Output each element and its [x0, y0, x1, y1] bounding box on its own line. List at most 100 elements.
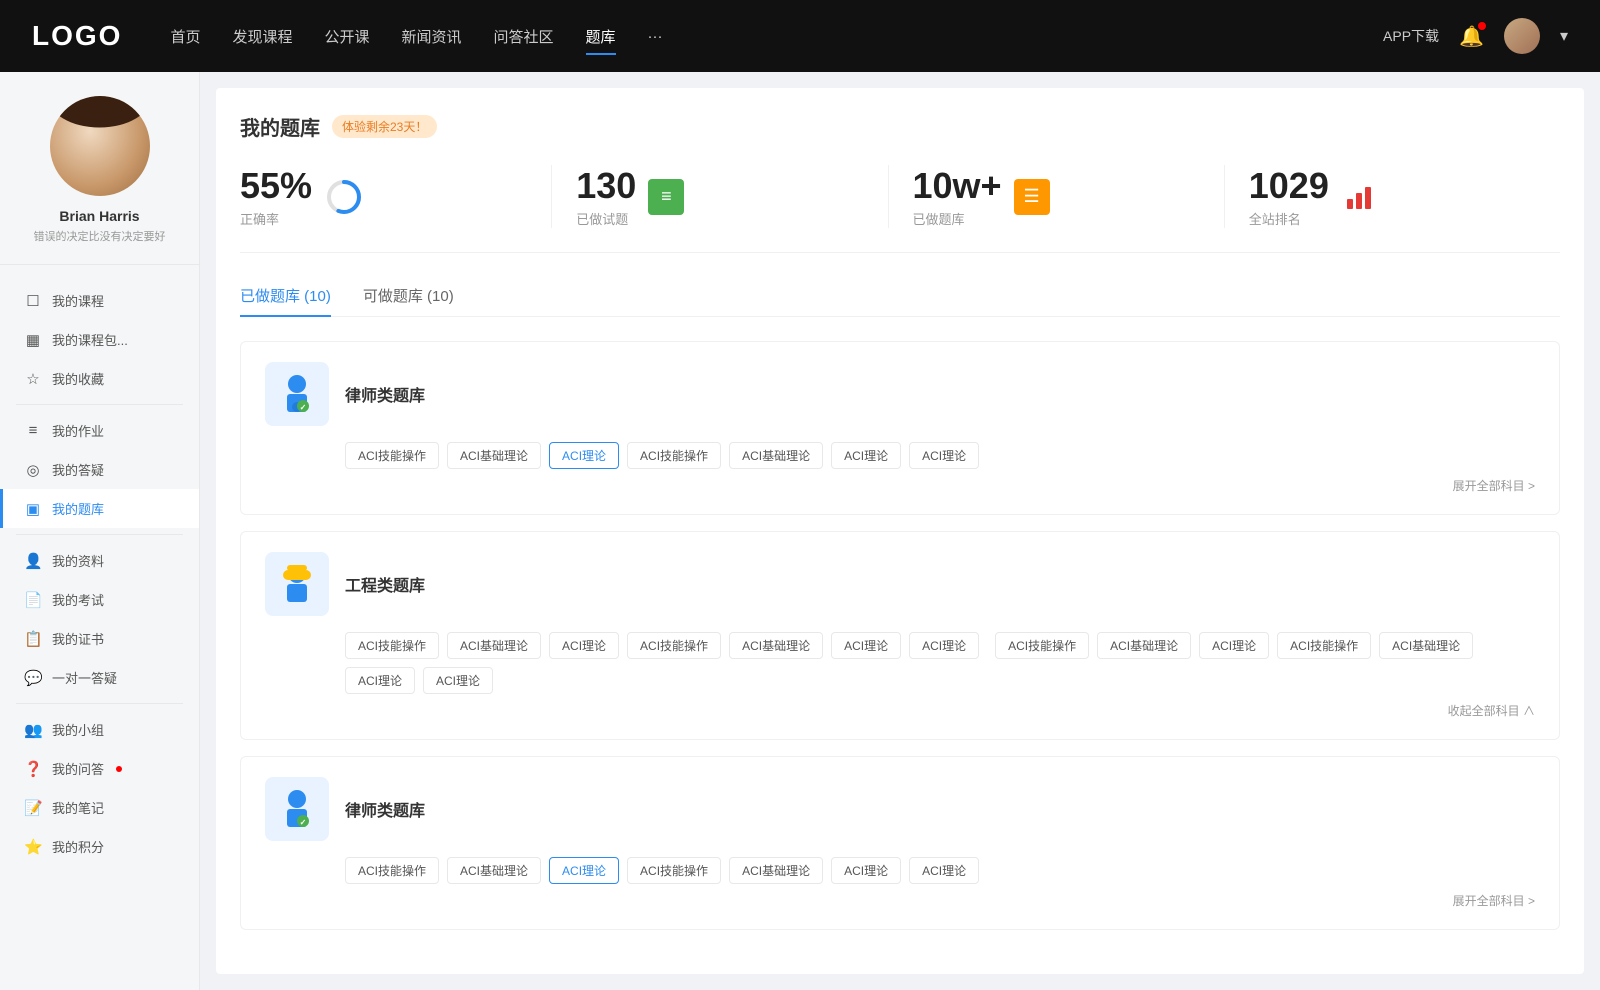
qbank-2-tag-11[interactable]: ACI基础理论: [1379, 632, 1473, 659]
qbank-1-tag-2[interactable]: ACI理论: [549, 442, 619, 469]
chart-icon: [1341, 179, 1377, 215]
course-icon: ☐: [24, 292, 42, 310]
qbank-2-tag-3[interactable]: ACI技能操作: [627, 632, 721, 659]
qbank-2-tag-8[interactable]: ACI基础理论: [1097, 632, 1191, 659]
qbank-1-tag-6[interactable]: ACI理论: [909, 442, 979, 469]
sidebar-item-my-course[interactable]: ☐ 我的课程: [0, 281, 199, 320]
qbank-3-expand[interactable]: 展开全部科目 >: [1453, 892, 1535, 909]
stat-accuracy-number: 55%: [240, 165, 312, 207]
qbank-card-3-tags: ACI技能操作 ACI基础理论 ACI理论 ACI技能操作 ACI基础理论 AC…: [265, 857, 1535, 884]
stat-ranking: 1029 全站排名: [1249, 165, 1560, 228]
qbank-3-tag-6[interactable]: ACI理论: [909, 857, 979, 884]
user-dropdown-arrow[interactable]: ▾: [1560, 26, 1568, 46]
sidebar-label-course-package: 我的课程包...: [52, 330, 128, 349]
nav-discover[interactable]: 发现课程: [232, 22, 292, 51]
sidebar-item-qbank[interactable]: ▣ 我的题库: [0, 489, 199, 528]
qbank-icon: ▣: [24, 500, 42, 518]
sidebar-label-certificate: 我的证书: [52, 629, 104, 648]
qbank-2-tag-9[interactable]: ACI理论: [1199, 632, 1269, 659]
trial-badge: 体验剩余23天！: [332, 115, 437, 138]
user-avatar[interactable]: [1504, 18, 1540, 54]
sidebar-item-my-qa[interactable]: ❓ 我的问答: [0, 749, 199, 788]
stat-banks-done: 10w+ 已做题库 ☰: [913, 165, 1225, 228]
qbank-2-tag-6[interactable]: ACI理论: [909, 632, 979, 659]
qbank-2-tag-7[interactable]: ACI技能操作: [995, 632, 1089, 659]
sidebar-item-homework[interactable]: ≡ 我的作业: [0, 411, 199, 450]
accuracy-circle: [324, 177, 364, 217]
nav-home[interactable]: 首页: [170, 22, 200, 51]
content-inner: 我的题库 体验剩余23天！ 55% 正确率: [216, 88, 1584, 974]
notification-dot: [1478, 22, 1486, 30]
page-title: 我的题库: [240, 112, 320, 141]
sidebar-item-course-package[interactable]: ▦ 我的课程包...: [0, 320, 199, 359]
notification-bell[interactable]: 🔔: [1459, 24, 1484, 49]
qbank-2-tag-0[interactable]: ACI技能操作: [345, 632, 439, 659]
sidebar-item-one-on-one[interactable]: 💬 一对一答疑: [0, 658, 199, 697]
sidebar-label-homework: 我的作业: [52, 421, 104, 440]
sidebar-item-notes[interactable]: 📝 我的笔记: [0, 788, 199, 827]
qbank-2-tag-1[interactable]: ACI基础理论: [447, 632, 541, 659]
sidebar-item-group[interactable]: 👥 我的小组: [0, 710, 199, 749]
qbank-2-expand[interactable]: 收起全部科目 ∧: [1448, 702, 1535, 719]
qbank-1-tag-1[interactable]: ACI基础理论: [447, 442, 541, 469]
qbank-card-2-tags: ACI技能操作 ACI基础理论 ACI理论 ACI技能操作 ACI基础理论 AC…: [265, 632, 1535, 694]
sidebar-label-points: 我的积分: [52, 837, 104, 856]
qbank-2-tag-10[interactable]: ACI技能操作: [1277, 632, 1371, 659]
stat-accuracy-label: 正确率: [240, 209, 312, 228]
qbank-3-tag-2[interactable]: ACI理论: [549, 857, 619, 884]
nav-qbank[interactable]: 题库: [586, 22, 616, 51]
nav-news[interactable]: 新闻资讯: [402, 22, 462, 51]
questions-icon: ◎: [24, 461, 42, 479]
sidebar-item-profile[interactable]: 👤 我的资料: [0, 541, 199, 580]
svg-text:✓: ✓: [300, 403, 307, 412]
qbank-card-3-title: 律师类题库: [345, 797, 425, 821]
qbank-3-tag-4[interactable]: ACI基础理论: [729, 857, 823, 884]
sidebar-divider-3: [16, 703, 183, 704]
avatar-image: [1504, 18, 1540, 54]
qbank-1-tag-4[interactable]: ACI基础理论: [729, 442, 823, 469]
sidebar-item-certificate[interactable]: 📋 我的证书: [0, 619, 199, 658]
qbank-1-tag-5[interactable]: ACI理论: [831, 442, 901, 469]
qbank-3-tag-1[interactable]: ACI基础理论: [447, 857, 541, 884]
qbank-card-3-header: ✓ 律师类题库: [265, 777, 1535, 841]
qbank-3-tag-0[interactable]: ACI技能操作: [345, 857, 439, 884]
qbank-2-tag-13[interactable]: ACI理论: [423, 667, 493, 694]
qbank-2-tag-2[interactable]: ACI理论: [549, 632, 619, 659]
sidebar-label-profile: 我的资料: [52, 551, 104, 570]
nav-open-course[interactable]: 公开课: [324, 22, 369, 51]
sidebar-label-favorites: 我的收藏: [52, 369, 104, 388]
favorites-icon: ☆: [24, 370, 42, 388]
page-layout: Brian Harris 错误的决定比没有决定要好 ☐ 我的课程 ▦ 我的课程包…: [0, 72, 1600, 990]
nav-qa[interactable]: 问答社区: [494, 22, 554, 51]
stat-ranking-number: 1029: [1249, 165, 1329, 207]
avatar-inner: [50, 96, 150, 196]
tab-available[interactable]: 可做题库 (10): [363, 285, 454, 316]
sidebar-item-favorites[interactable]: ☆ 我的收藏: [0, 359, 199, 398]
stat-accuracy: 55% 正确率: [240, 165, 552, 228]
app-download-link[interactable]: APP下载: [1383, 26, 1439, 46]
qbank-2-tag-12[interactable]: ACI理论: [345, 667, 415, 694]
sidebar-item-points[interactable]: ⭐ 我的积分: [0, 827, 199, 866]
qbank-1-expand[interactable]: 展开全部科目 >: [1453, 477, 1535, 494]
doc-icon: ≡: [648, 179, 684, 215]
nav-more[interactable]: ···: [648, 24, 663, 49]
stat-ranking-content: 1029 全站排名: [1249, 165, 1329, 228]
one-on-one-icon: 💬: [24, 669, 42, 687]
qbank-1-tag-3[interactable]: ACI技能操作: [627, 442, 721, 469]
qbank-1-tag-0[interactable]: ACI技能操作: [345, 442, 439, 469]
sidebar-item-questions[interactable]: ◎ 我的答疑: [0, 450, 199, 489]
homework-icon: ≡: [24, 422, 42, 439]
stat-questions-done-content: 130 已做试题: [576, 165, 636, 228]
qbank-3-tag-5[interactable]: ACI理论: [831, 857, 901, 884]
profile-section: Brian Harris 错误的决定比没有决定要好: [0, 96, 199, 265]
sidebar-label-qbank: 我的题库: [52, 499, 104, 518]
qbank-3-tag-3[interactable]: ACI技能操作: [627, 857, 721, 884]
tab-done[interactable]: 已做题库 (10): [240, 285, 331, 316]
qbank-2-tag-5[interactable]: ACI理论: [831, 632, 901, 659]
sidebar-item-exam[interactable]: 📄 我的考试: [0, 580, 199, 619]
stat-banks-done-content: 10w+ 已做题库: [913, 165, 1002, 228]
qbank-2-tag-4[interactable]: ACI基础理论: [729, 632, 823, 659]
profile-icon: 👤: [24, 552, 42, 570]
certificate-icon: 📋: [24, 630, 42, 648]
main-content: 我的题库 体验剩余23天！ 55% 正确率: [200, 72, 1600, 990]
